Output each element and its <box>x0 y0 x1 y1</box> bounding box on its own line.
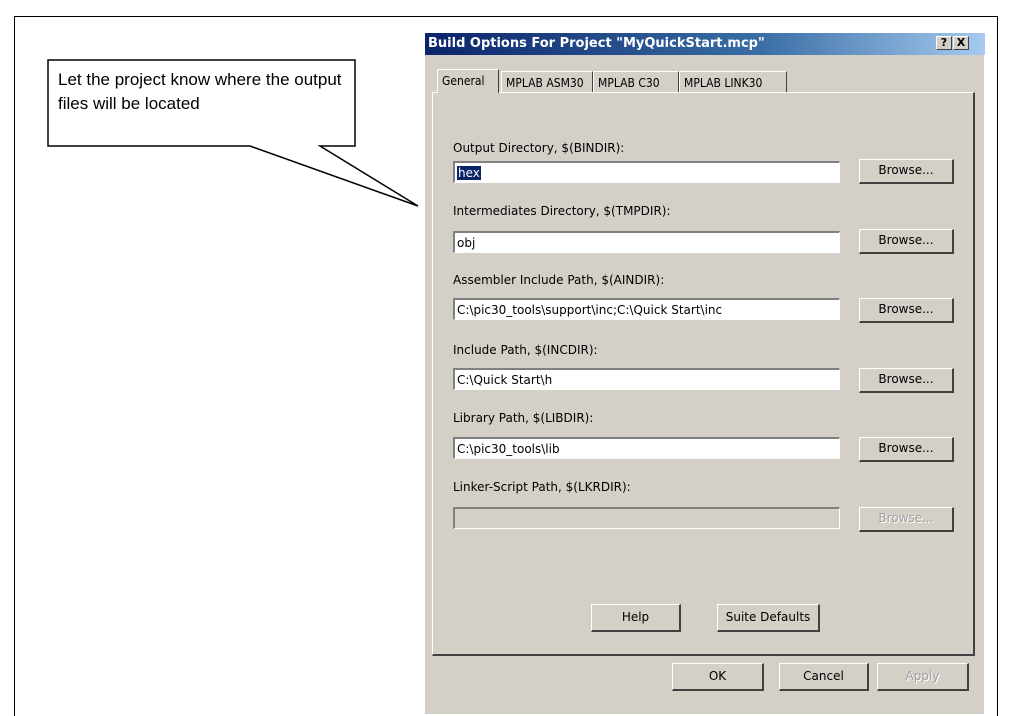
browse-assembler-include-button[interactable]: Browse... <box>859 298 954 323</box>
browse-linker-script-button: Browse... <box>859 507 954 532</box>
tab-general[interactable]: General <box>437 69 499 93</box>
close-icon[interactable]: X <box>953 36 969 50</box>
browse-output-button[interactable]: Browse... <box>859 159 954 184</box>
intermediates-directory-field[interactable]: obj <box>453 231 840 253</box>
assembler-include-path-field[interactable]: C:\pic30_tools\support\inc;C:\Quick Star… <box>453 298 840 320</box>
apply-button: Apply <box>877 663 969 691</box>
include-path-label: Include Path, $(INCDIR): <box>453 343 598 357</box>
output-directory-field[interactable]: hex <box>453 161 840 183</box>
assembler-include-path-label: Assembler Include Path, $(AINDIR): <box>453 273 665 287</box>
include-path-field[interactable]: C:\Quick Start\h <box>453 368 840 390</box>
intermediates-directory-label: Intermediates Directory, $(TMPDIR): <box>453 204 671 218</box>
output-directory-value: hex <box>457 166 481 180</box>
dialog-title: Build Options For Project "MyQuickStart.… <box>428 36 765 51</box>
build-options-dialog: Build Options For Project "MyQuickStart.… <box>424 33 985 714</box>
tab-mplab-asm30[interactable]: MPLAB ASM30 <box>501 71 593 93</box>
browse-include-button[interactable]: Browse... <box>859 368 954 393</box>
library-path-field[interactable]: C:\pic30_tools\lib <box>453 437 840 459</box>
linker-script-path-field <box>453 507 840 529</box>
cancel-button[interactable]: Cancel <box>779 663 869 691</box>
help-icon[interactable]: ? <box>936 36 952 50</box>
library-path-label: Library Path, $(LIBDIR): <box>453 411 594 425</box>
tab-mplab-c30[interactable]: MPLAB C30 <box>593 71 679 93</box>
browse-intermediates-button[interactable]: Browse... <box>859 229 954 254</box>
callout-text: Let the project know where the output fi… <box>58 70 342 113</box>
browse-library-button[interactable]: Browse... <box>859 437 954 462</box>
help-button[interactable]: Help <box>591 604 681 632</box>
title-bar[interactable]: Build Options For Project "MyQuickStart.… <box>425 33 985 55</box>
tab-mplab-link30[interactable]: MPLAB LINK30 <box>679 71 787 93</box>
ok-button[interactable]: OK <box>672 663 764 691</box>
output-directory-label: Output Directory, $(BINDIR): <box>453 141 625 155</box>
linker-script-path-label: Linker-Script Path, $(LKRDIR): <box>453 480 631 494</box>
suite-defaults-button[interactable]: Suite Defaults <box>717 604 820 632</box>
